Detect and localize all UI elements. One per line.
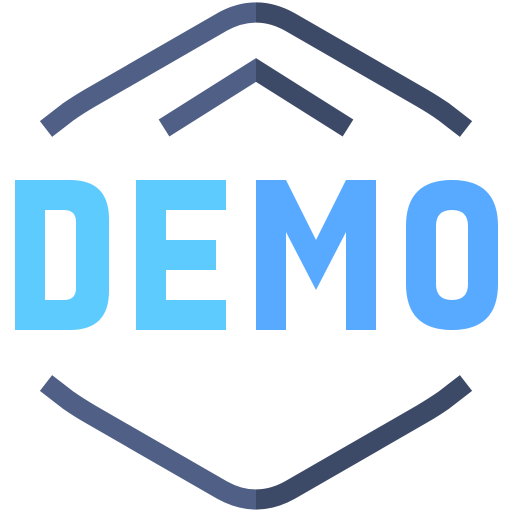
logo-wordmark: D E M O bbox=[0, 150, 512, 362]
logo-letter: M bbox=[256, 150, 376, 362]
logo-letter: E bbox=[136, 150, 226, 362]
demo-logo: D E M O bbox=[0, 0, 512, 512]
logo-letter: O bbox=[406, 150, 498, 362]
chevron-up-icon bbox=[158, 58, 354, 137]
logo-letter: D bbox=[15, 150, 109, 362]
